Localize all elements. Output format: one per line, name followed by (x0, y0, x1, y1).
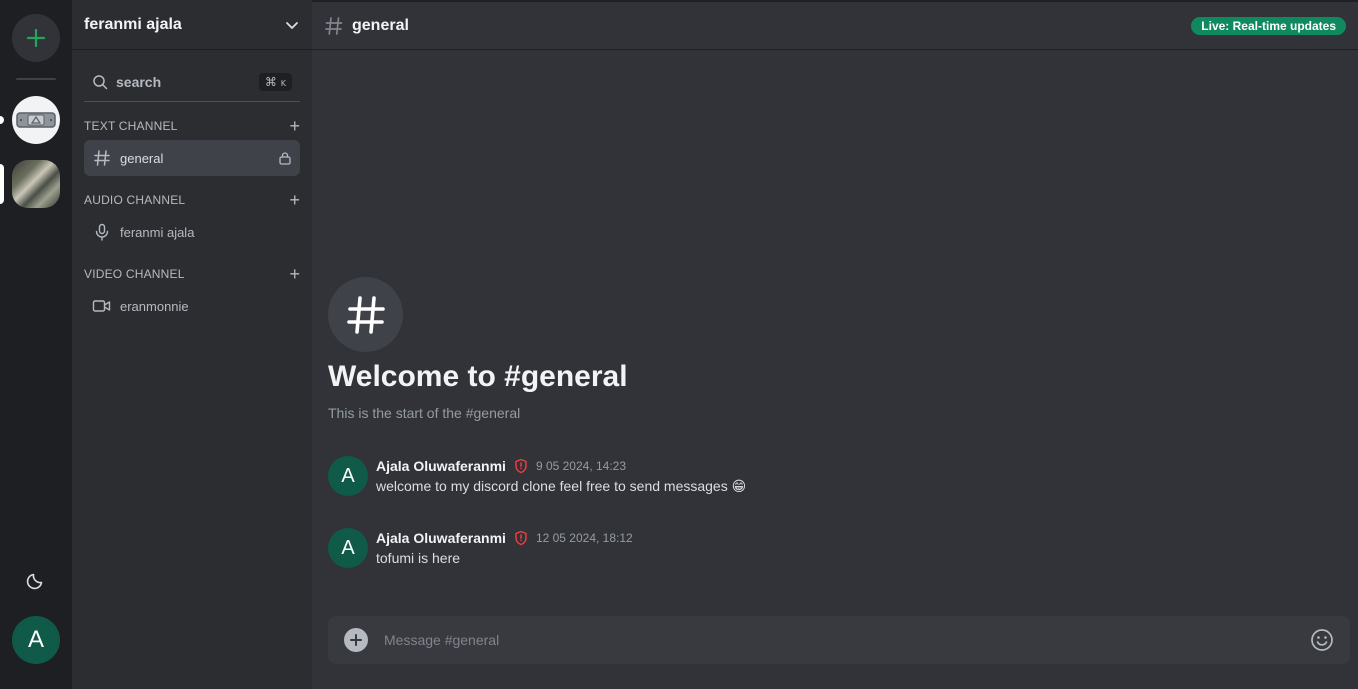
chevron-down-icon (286, 21, 298, 29)
message-input[interactable] (384, 632, 1310, 648)
audio-channel-section: AUDIO CHANNEL + feranmi ajala (72, 191, 312, 250)
section-title-text: TEXT CHANNEL (84, 119, 178, 133)
channel-item-video[interactable]: eranmonnie (84, 288, 300, 324)
channel-name: eranmonnie (120, 298, 189, 314)
moon-icon (26, 573, 43, 590)
live-status-badge: Live: Real-time updates (1191, 16, 1346, 35)
channel-name: feranmi ajala (120, 224, 195, 240)
smile-icon (1311, 629, 1333, 651)
video-channel-section: VIDEO CHANNEL + eranmonnie (72, 265, 312, 324)
avatar-initial: A (341, 536, 355, 559)
server-icon-1[interactable] (12, 96, 60, 144)
message-timestamp: 9 05 2024, 14:23 (535, 459, 627, 473)
emoji-picker-button[interactable] (1310, 628, 1334, 652)
add-text-channel-icon[interactable]: + (289, 117, 300, 135)
server-unread-indicator (0, 116, 4, 124)
welcome-title: Welcome to #general (328, 360, 628, 393)
message-author[interactable]: Ajala Oluwaferanmi (376, 458, 506, 474)
plus-icon (26, 28, 46, 48)
admin-shield-icon (514, 530, 528, 546)
lock-icon (279, 152, 291, 165)
search-shortcut: ⌘ K (258, 72, 292, 91)
section-title-audio: AUDIO CHANNEL (84, 193, 186, 207)
search-icon (93, 74, 108, 89)
channel-item-audio[interactable]: feranmi ajala (84, 214, 300, 250)
video-icon (92, 298, 112, 314)
message-item: A Ajala Oluwaferanmi 12 05 2024, 18:12 t… (328, 528, 1328, 568)
channel-item-general[interactable]: general (84, 140, 300, 176)
welcome-hash-icon (328, 277, 403, 352)
user-initial: A (27, 626, 44, 653)
server-selected-indicator (0, 164, 4, 204)
welcome-subtitle: This is the start of the #general (328, 405, 521, 421)
message-avatar[interactable]: A (328, 528, 368, 568)
message-composer (328, 616, 1350, 664)
rail-separator (16, 78, 56, 80)
message-author[interactable]: Ajala Oluwaferanmi (376, 530, 506, 546)
channel-title: general (352, 16, 409, 34)
search-label: search (116, 73, 162, 90)
hash-icon (92, 149, 112, 167)
theme-toggle-button[interactable] (24, 568, 48, 592)
plus-icon (350, 634, 362, 646)
server-rail: A (0, 0, 72, 689)
avatar-initial: A (341, 464, 355, 487)
hash-icon (324, 16, 344, 36)
section-title-video: VIDEO CHANNEL (84, 267, 185, 281)
server-icon-2[interactable] (12, 160, 60, 208)
attach-file-button[interactable] (344, 628, 368, 652)
server-name: feranmi ajala (84, 15, 182, 33)
search-button[interactable]: search ⌘ K (84, 62, 300, 102)
shortcut-key: K (280, 78, 286, 88)
message-text: welcome to my discord clone feel free to… (376, 478, 747, 494)
channel-name: general (120, 150, 164, 166)
chat-area: general Live: Real-time updates Welcome … (312, 0, 1358, 689)
server-header[interactable]: feranmi ajala (72, 0, 312, 50)
user-avatar[interactable]: A (12, 616, 60, 664)
message-item: A Ajala Oluwaferanmi 9 05 2024, 14:23 we… (328, 456, 1328, 496)
message-text: tofumi is here (376, 550, 461, 566)
message-timestamp: 12 05 2024, 18:12 (535, 531, 633, 545)
text-channel-section: TEXT CHANNEL + general (72, 117, 312, 176)
add-server-button[interactable] (12, 14, 60, 62)
message-avatar[interactable]: A (328, 456, 368, 496)
mic-icon (92, 223, 112, 241)
admin-shield-icon (514, 458, 528, 474)
server-logo-icon (16, 112, 56, 128)
add-video-channel-icon[interactable]: + (289, 265, 300, 283)
add-audio-channel-icon[interactable]: + (289, 191, 300, 209)
channel-header: general Live: Real-time updates (312, 0, 1358, 50)
shortcut-command: ⌘ (264, 74, 277, 89)
channel-sidebar: feranmi ajala search ⌘ K TEXT CHANNEL + … (72, 0, 312, 689)
